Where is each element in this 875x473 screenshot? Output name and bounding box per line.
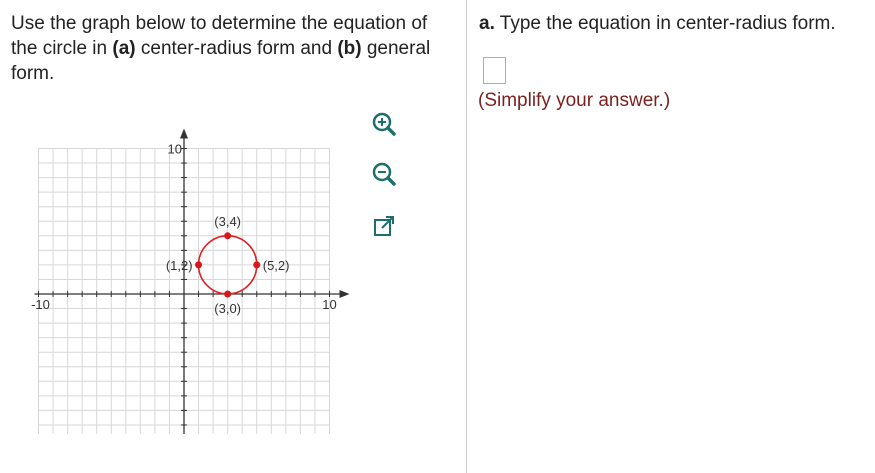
part-a-letter: a. bbox=[479, 13, 495, 34]
y-tick-label-neg: -10 bbox=[163, 433, 182, 435]
zoom-in-icon bbox=[372, 112, 396, 136]
question-part2: center-radius form and bbox=[135, 38, 338, 59]
x-tick-label-neg: -10 bbox=[31, 297, 50, 312]
zoom-in-button[interactable] bbox=[370, 110, 398, 138]
simplify-hint: (Simplify your answer.) bbox=[478, 90, 671, 111]
part-a-prompt: a. Type the equation in center-radius fo… bbox=[479, 11, 836, 36]
point-label: (1,2) bbox=[166, 258, 193, 273]
circle-graph[interactable]: -10 10 10 -10 (3,4) (1,2) (5,2) (3,0) bbox=[24, 104, 359, 434]
y-axis-arrow bbox=[180, 128, 188, 139]
popout-button[interactable] bbox=[370, 212, 398, 240]
answer-input[interactable] bbox=[483, 57, 506, 84]
popout-icon bbox=[374, 216, 394, 236]
graph-point bbox=[224, 232, 232, 240]
part-a-instruction: Type the equation in center-radius form. bbox=[494, 13, 836, 34]
graph-point bbox=[195, 261, 203, 269]
graph-point bbox=[224, 290, 232, 298]
point-label: (5,2) bbox=[263, 258, 290, 273]
y-tick-label-pos: 10 bbox=[168, 142, 182, 157]
x-tick-label-pos: 10 bbox=[322, 297, 336, 312]
part-a-label: (a) bbox=[112, 38, 136, 59]
answer-pane: a. Type the equation in center-radius fo… bbox=[467, 0, 875, 473]
point-label: (3,0) bbox=[214, 301, 241, 316]
x-axis-arrow bbox=[339, 290, 350, 298]
question-pane: Use the graph below to determine the equ… bbox=[0, 0, 466, 473]
zoom-out-icon bbox=[372, 162, 396, 186]
part-b-label: (b) bbox=[337, 38, 362, 59]
graph-point bbox=[253, 261, 261, 269]
question-text: Use the graph below to determine the equ… bbox=[11, 11, 451, 86]
point-label: (3,4) bbox=[214, 214, 241, 229]
zoom-out-button[interactable] bbox=[370, 160, 398, 188]
